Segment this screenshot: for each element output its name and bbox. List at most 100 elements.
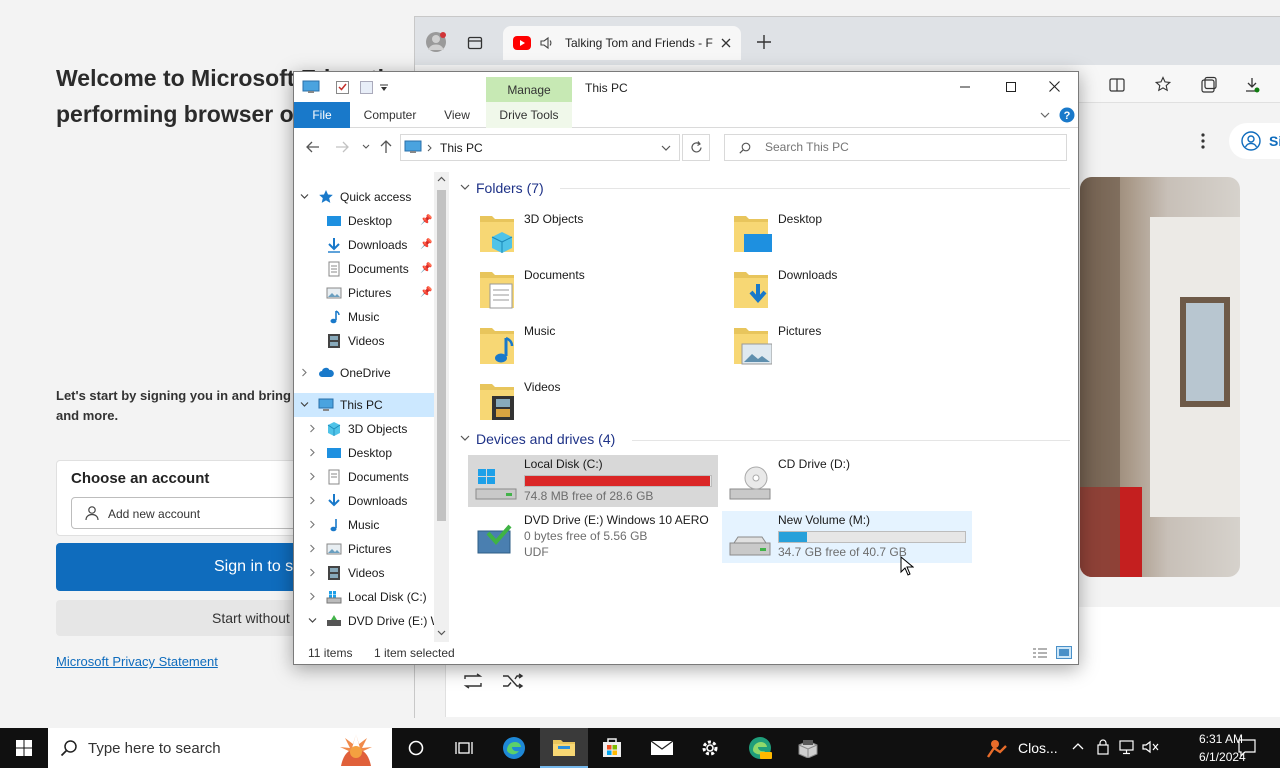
task-view-app[interactable] <box>440 728 488 768</box>
volume-muted-icon[interactable] <box>1142 739 1160 755</box>
profile-signin-chip[interactable]: Si <box>1229 123 1280 159</box>
nav-videos[interactable]: Videos <box>294 329 434 353</box>
chevron-right-icon[interactable] <box>308 472 317 481</box>
more-options-icon[interactable] <box>1193 131 1213 151</box>
profile-icon[interactable] <box>425 31 447 53</box>
drive-cd-d[interactable]: CD Drive (D:) <box>722 455 972 507</box>
back-arrow-icon[interactable] <box>306 141 320 153</box>
scroll-up-icon[interactable] <box>437 176 446 182</box>
folder-desktop[interactable]: Desktop <box>722 210 962 262</box>
taskbar-edge-canary[interactable] <box>736 728 784 768</box>
nav-pc-documents[interactable]: Documents <box>294 465 434 489</box>
taskbar-installer[interactable] <box>784 728 832 768</box>
nav-downloads[interactable]: Downloads 📌 <box>294 233 434 257</box>
manage-context-tab[interactable]: Manage <box>486 77 572 103</box>
properties-quick-icon[interactable] <box>336 81 349 94</box>
taskbar-mail[interactable] <box>638 728 686 768</box>
help-icon[interactable]: ? <box>1059 107 1075 123</box>
taskbar-edge[interactable] <box>490 728 538 768</box>
nav-pictures[interactable]: Pictures 📌 <box>294 281 434 305</box>
recent-locations-icon[interactable] <box>362 144 370 150</box>
network-icon[interactable] <box>1118 739 1136 755</box>
split-screen-icon[interactable] <box>1109 77 1125 93</box>
chevron-down-icon[interactable] <box>300 192 309 201</box>
tab-view[interactable]: View <box>434 102 480 128</box>
taskbar-store[interactable] <box>588 728 636 768</box>
favorites-icon[interactable] <box>1155 76 1173 94</box>
pin-icon[interactable]: 📌 <box>420 233 432 257</box>
clock-time[interactable]: 6:31 AM <box>1199 732 1243 746</box>
folder-videos[interactable]: Videos <box>468 378 708 430</box>
start-button[interactable] <box>0 728 48 768</box>
address-bar[interactable]: This PC <box>400 134 680 161</box>
privacy-statement-link[interactable]: Microsoft Privacy Statement <box>56 654 218 669</box>
drive-new-volume-m[interactable]: New Volume (M:) 34.7 GB free of 40.7 GB <box>722 511 972 563</box>
address-dropdown-icon[interactable] <box>661 145 671 152</box>
search-input[interactable] <box>765 140 1055 154</box>
tray-app-icon[interactable] <box>986 738 1010 758</box>
nav-pc-pictures[interactable]: Pictures <box>294 537 434 561</box>
downloads-icon[interactable] <box>1243 76 1261 94</box>
nav-local-disk-c[interactable]: Local Disk (C:) <box>294 585 434 609</box>
tab-actions-icon[interactable] <box>467 35 483 51</box>
drive-local-disk-c[interactable]: Local Disk (C:) 74.8 MB free of 28.6 GB <box>468 455 718 507</box>
large-icons-view-icon[interactable] <box>1056 646 1072 659</box>
tab-computer[interactable]: Computer <box>356 102 424 128</box>
repeat-icon[interactable] <box>462 673 484 689</box>
refresh-button[interactable] <box>682 134 710 161</box>
chevron-down-icon[interactable] <box>308 616 317 625</box>
details-view-icon[interactable] <box>1032 647 1048 659</box>
pin-icon[interactable]: 📌 <box>420 209 432 233</box>
drive-dvd-e[interactable]: DVD Drive (E:) Windows 10 AERO 0 bytes f… <box>468 511 718 563</box>
up-arrow-icon[interactable] <box>380 140 392 154</box>
chevron-down-icon[interactable] <box>300 400 309 409</box>
close-button[interactable] <box>1032 72 1078 102</box>
forward-arrow-icon[interactable] <box>335 141 349 153</box>
new-folder-quick-icon[interactable] <box>360 81 373 94</box>
chevron-up-icon[interactable] <box>1072 742 1084 750</box>
chevron-right-icon[interactable] <box>308 544 317 553</box>
chevron-right-icon[interactable] <box>308 520 317 529</box>
pin-icon[interactable]: 📌 <box>420 257 432 281</box>
nav-pc-desktop[interactable]: Desktop <box>294 441 434 465</box>
chevron-right-icon[interactable] <box>308 568 317 577</box>
nav-3d-objects[interactable]: 3D Objects <box>294 417 434 441</box>
notification-icon[interactable] <box>1238 739 1256 757</box>
nav-pc-music[interactable]: Music <box>294 513 434 537</box>
nav-desktop[interactable]: Desktop 📌 <box>294 209 434 233</box>
taskbar-settings[interactable] <box>686 728 734 768</box>
tab-file[interactable]: File <box>294 102 350 128</box>
quick-access-toolbar-dropdown-icon[interactable] <box>380 84 388 92</box>
nav-scrollbar-thumb[interactable] <box>437 190 446 521</box>
folder-music[interactable]: Music <box>468 322 708 374</box>
expand-ribbon-icon[interactable] <box>1040 112 1050 119</box>
pin-icon[interactable]: 📌 <box>420 281 432 305</box>
collections-icon[interactable] <box>1200 76 1218 94</box>
new-tab-icon[interactable] <box>756 34 772 50</box>
speaker-icon[interactable] <box>539 35 555 51</box>
minimize-button[interactable] <box>942 72 988 102</box>
tray-notification-text[interactable]: Clos... <box>1018 740 1058 756</box>
folder-documents[interactable]: Documents <box>468 266 708 318</box>
video-thumbnail[interactable] <box>1080 177 1240 577</box>
taskbar-search-box[interactable]: Type here to search <box>48 728 392 768</box>
folder-downloads[interactable]: Downloads <box>722 266 962 318</box>
nav-dvd-drive-e[interactable]: DVD Drive (E:) W <box>294 609 434 633</box>
nav-music[interactable]: Music <box>294 305 434 329</box>
nav-quick-access[interactable]: Quick access <box>294 185 434 209</box>
chevron-right-icon[interactable] <box>308 424 317 433</box>
close-tab-icon[interactable] <box>721 38 731 48</box>
maximize-button[interactable] <box>988 72 1034 102</box>
search-box[interactable] <box>724 134 1067 161</box>
scroll-down-icon[interactable] <box>437 630 446 636</box>
browser-tab[interactable]: Talking Tom and Friends - F <box>503 26 741 60</box>
nav-pc-downloads[interactable]: Downloads <box>294 489 434 513</box>
chevron-right-icon[interactable] <box>300 368 309 377</box>
chevron-right-icon[interactable] <box>308 448 317 457</box>
folder-3d-objects[interactable]: 3D Objects <box>468 210 708 262</box>
nav-onedrive[interactable]: OneDrive <box>294 361 434 385</box>
nav-this-pc[interactable]: This PC <box>294 393 434 417</box>
shuffle-icon[interactable] <box>502 673 524 689</box>
nav-pc-videos[interactable]: Videos <box>294 561 434 585</box>
tab-drive-tools[interactable]: Drive Tools <box>486 102 572 128</box>
